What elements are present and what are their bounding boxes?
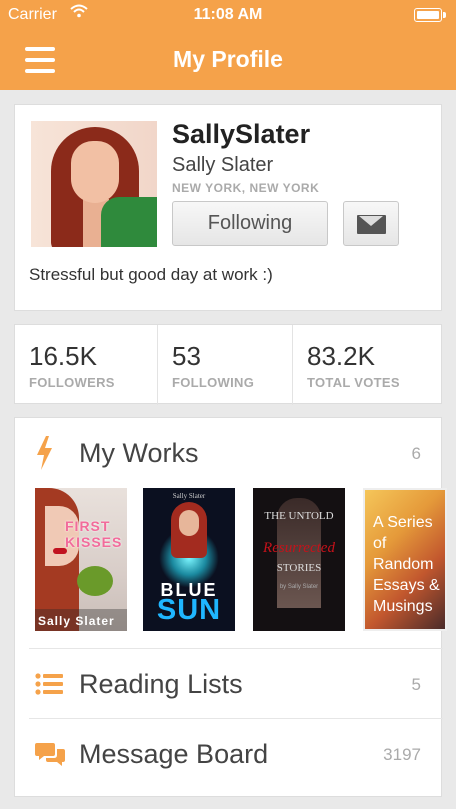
page-title: My Profile [173, 46, 283, 72]
votes-count: 83.2K [307, 341, 375, 371]
reading-lists-row[interactable]: Reading Lists 5 [29, 648, 443, 718]
works-card: My Works 6 FIRST KISSES Sally Slater Sal… [14, 417, 447, 797]
top-bar: Carrier 11:08 AM My Profile [0, 0, 456, 90]
followers-count: 16.5K [29, 341, 97, 371]
book-cover-random-essays[interactable]: A Series of Random Essays & Musings [363, 488, 447, 631]
battery-icon [414, 8, 446, 22]
message-board-count: 3197 [383, 745, 421, 764]
votes-label: TOTAL VOTES [307, 375, 400, 390]
message-board-label: Message Board [79, 739, 269, 769]
cover-author: by Sally Slater [279, 584, 319, 590]
cover-title: A Series of Random Essays & Musings [373, 514, 440, 615]
cover-title-bottom: STORIES [276, 562, 322, 574]
username: SallySlater [172, 119, 311, 149]
envelope-icon [357, 215, 386, 234]
followers-label: FOLLOWERS [29, 375, 115, 390]
following-count: 53 [172, 341, 201, 371]
cover-title-line2: SUN [156, 594, 222, 626]
votes-stat[interactable]: 83.2K TOTAL VOTES [292, 325, 443, 405]
lightning-bolt-icon [37, 436, 52, 470]
cover-title: FIRST KISSES [65, 518, 123, 550]
reading-lists-label: Reading Lists [79, 669, 243, 699]
list-icon [35, 673, 63, 695]
book-cover-first-kisses[interactable]: FIRST KISSES Sally Slater [35, 488, 127, 631]
followers-stat[interactable]: 16.5K FOLLOWERS [15, 325, 156, 405]
following-label: FOLLOWING [172, 375, 255, 390]
cover-author: Sally Slater [172, 492, 206, 500]
status-bar: Carrier 11:08 AM [0, 0, 456, 30]
my-works-label: My Works [79, 438, 199, 468]
message-board-row[interactable]: Message Board 3197 [29, 718, 443, 788]
cover-author: Sally Slater [38, 614, 115, 628]
cover-title-middle: Resurrected [263, 540, 335, 556]
chat-bubbles-icon [35, 743, 65, 766]
profile-card: SallySlater Sally Slater NEW YORK, NEW Y… [14, 104, 442, 311]
location: NEW YORK, NEW YORK [172, 181, 320, 195]
clock: 11:08 AM [193, 6, 263, 23]
full-name: Sally Slater [172, 154, 274, 176]
message-button[interactable] [343, 201, 399, 246]
following-stat[interactable]: 53 FOLLOWING [157, 325, 292, 405]
following-button[interactable]: Following [172, 201, 328, 246]
my-works-count: 6 [411, 444, 421, 463]
stats-card: 16.5K FOLLOWERS 53 FOLLOWING 83.2K TOTAL… [14, 324, 443, 405]
my-works-row[interactable]: My Works 6 [15, 418, 443, 488]
book-cover-blue-sun[interactable]: Sally Slater BLUE SUN [143, 488, 235, 631]
works-cover-list: FIRST KISSES Sally Slater Sally Slater B… [35, 488, 447, 634]
cover-title-top: THE UNTOLD [264, 510, 334, 522]
avatar[interactable] [31, 121, 157, 247]
status-message: Stressful but good day at work :) [29, 265, 273, 284]
reading-lists-count: 5 [411, 675, 421, 694]
book-cover-untold-stories[interactable]: THE UNTOLD Resurrected STORIES by Sally … [253, 488, 345, 631]
